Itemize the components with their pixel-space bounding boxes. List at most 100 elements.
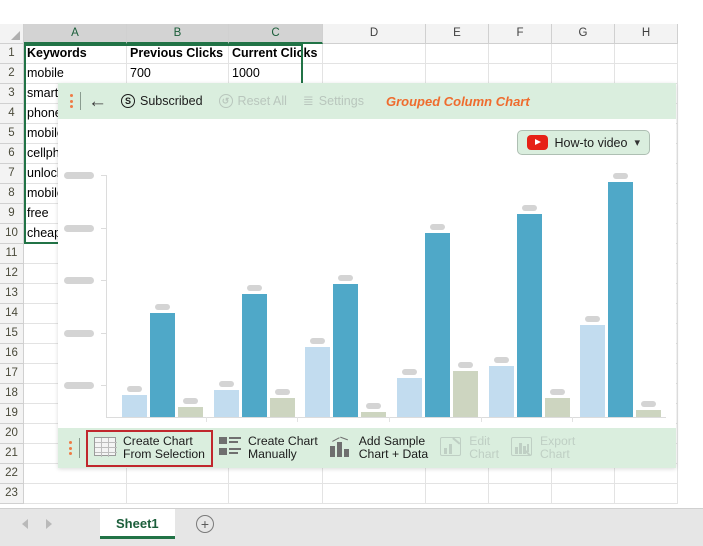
row-header-21[interactable]: 21	[0, 444, 24, 464]
chevron-down-icon[interactable]: ▾	[634, 136, 640, 149]
row-header-18[interactable]: 18	[0, 384, 24, 404]
cell-F1[interactable]	[489, 44, 552, 64]
cell-B23[interactable]	[127, 484, 229, 504]
add-sample-chart-data-button[interactable]: Add Sample Chart + Data	[324, 432, 434, 465]
chart-plus-icon	[329, 436, 352, 459]
y-axis-tick	[101, 227, 107, 229]
cell-A2[interactable]: mobile	[24, 64, 127, 84]
create-chart-manually-button[interactable]: Create Chart Manually	[213, 432, 324, 465]
cell-F23[interactable]	[489, 484, 552, 504]
column-header-b[interactable]: B	[127, 24, 229, 44]
chart-bar[interactable]	[241, 293, 267, 417]
chart-bar[interactable]	[397, 378, 422, 417]
cell-D1[interactable]	[323, 44, 426, 64]
row-header-9[interactable]: 9	[0, 204, 24, 224]
cell-F2[interactable]	[489, 64, 552, 84]
triangle-right-icon[interactable]	[46, 519, 52, 529]
chart-bar[interactable]	[516, 213, 542, 417]
cell-H2[interactable]	[615, 64, 678, 84]
arrow-left-icon[interactable]: ←	[88, 92, 107, 111]
row-header-19[interactable]: 19	[0, 404, 24, 424]
select-all-corner[interactable]	[0, 24, 24, 44]
chart-bar[interactable]	[333, 283, 359, 417]
row-header-6[interactable]: 6	[0, 144, 24, 164]
how-to-video-button[interactable]: How-to video ▾	[516, 130, 650, 155]
row-header-4[interactable]: 4	[0, 104, 24, 124]
chart-bar[interactable]	[213, 390, 239, 417]
chart-bar[interactable]	[150, 312, 175, 417]
subscribed-button[interactable]: S Subscribed	[121, 94, 203, 108]
sheet-tab-sheet1[interactable]: Sheet1	[100, 509, 175, 539]
column-header-a[interactable]: A	[24, 24, 127, 44]
panel-action-toolbar: Create Chart From Selection Create Chart Ma…	[58, 428, 676, 468]
cell-D23[interactable]	[323, 484, 426, 504]
chart-bar[interactable]	[488, 366, 514, 417]
row-header-14[interactable]: 14	[0, 304, 24, 324]
sheet-nav-arrows[interactable]	[22, 519, 52, 529]
chart-bar[interactable]	[636, 409, 662, 417]
reset-all-button[interactable]: ↺ Reset All	[218, 94, 287, 108]
plus-circle-icon[interactable]: +	[196, 515, 214, 533]
row-header-5[interactable]: 5	[0, 124, 24, 144]
chart-bar[interactable]	[122, 395, 147, 417]
kebab-menu-icon[interactable]	[64, 441, 76, 455]
row-header-16[interactable]: 16	[0, 344, 24, 364]
chart-addin-panel: ← S Subscribed ↺ Reset All ≣ Settings Gr…	[58, 83, 676, 468]
row-header-3[interactable]: 3	[0, 84, 24, 104]
create-chart-from-selection-button[interactable]: Create Chart From Selection	[86, 429, 213, 467]
row-header-10[interactable]: 10	[0, 224, 24, 244]
row-header-22[interactable]: 22	[0, 464, 24, 484]
chart-bar[interactable]	[608, 182, 634, 417]
create-chart-manually-label-line1: Create Chart	[247, 433, 318, 448]
row-header-7[interactable]: 7	[0, 164, 24, 184]
chart-bar[interactable]	[580, 325, 606, 417]
cell-G1[interactable]	[552, 44, 615, 64]
chart-bar[interactable]	[453, 371, 478, 417]
row-header-23[interactable]: 23	[0, 484, 24, 504]
chart-bar[interactable]	[305, 346, 331, 417]
chart-bar[interactable]	[544, 397, 570, 417]
bar-value-label-placeholder	[310, 337, 326, 344]
column-header-g[interactable]: G	[552, 24, 615, 44]
chart-bar[interactable]	[269, 397, 295, 417]
chart-preview[interactable]	[58, 163, 676, 428]
cell-C1[interactable]: Current Clicks	[229, 44, 323, 64]
triangle-left-icon[interactable]	[22, 519, 28, 529]
cell-G2[interactable]	[552, 64, 615, 84]
column-header-d[interactable]: D	[323, 24, 426, 44]
row-header-15[interactable]: 15	[0, 324, 24, 344]
cell-B2[interactable]: 700	[127, 64, 229, 84]
cell-C23[interactable]	[229, 484, 323, 504]
cell-E23[interactable]	[426, 484, 489, 504]
row-header-8[interactable]: 8	[0, 184, 24, 204]
cell-G23[interactable]	[552, 484, 615, 504]
row-header-13[interactable]: 13	[0, 284, 24, 304]
chart-bar[interactable]	[425, 233, 450, 417]
row-header-11[interactable]: 11	[0, 244, 24, 264]
column-header-h[interactable]: H	[615, 24, 678, 44]
cell-E2[interactable]	[426, 64, 489, 84]
kebab-menu-icon[interactable]	[64, 94, 78, 108]
row-header-2[interactable]: 2	[0, 64, 24, 84]
cell-A1[interactable]: Keywords	[24, 44, 127, 64]
row-header-20[interactable]: 20	[0, 424, 24, 444]
cell-H23[interactable]	[615, 484, 678, 504]
cell-E1[interactable]	[426, 44, 489, 64]
cell-D2[interactable]	[323, 64, 426, 84]
row-header-1[interactable]: 1	[0, 44, 24, 64]
row-header-17[interactable]: 17	[0, 364, 24, 384]
cell-H1[interactable]	[615, 44, 678, 64]
column-header-e[interactable]: E	[426, 24, 489, 44]
column-header-f[interactable]: F	[489, 24, 552, 44]
x-axis-separator	[389, 417, 390, 422]
cell-B1[interactable]: Previous Clicks	[127, 44, 229, 64]
bar-value-label-placeholder	[246, 284, 262, 291]
settings-button[interactable]: ≣ Settings	[303, 93, 364, 109]
y-axis-tick-label-placeholder	[64, 329, 94, 337]
cell-C2[interactable]: 1000	[229, 64, 323, 84]
row-header-12[interactable]: 12	[0, 264, 24, 284]
column-header-c[interactable]: C	[229, 24, 323, 44]
cell-A23[interactable]	[24, 484, 127, 504]
chart-bar[interactable]	[361, 412, 387, 417]
chart-bar[interactable]	[178, 407, 203, 417]
